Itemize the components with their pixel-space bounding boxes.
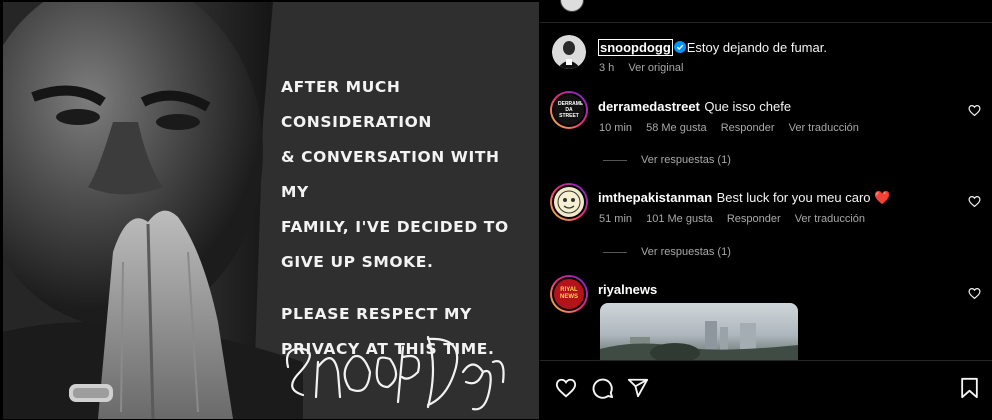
comment-meta: 10 min 58 Me gusta Responder Ver traducc… (599, 122, 870, 134)
quote-line: Please respect my (281, 305, 472, 323)
comment: riyalnews (598, 281, 657, 299)
comment-time: 10 min (599, 122, 633, 134)
verified-badge-icon (673, 41, 686, 53)
avatar-imthepakistanman[interactable] (550, 183, 588, 221)
comment-time: 51 min (599, 213, 633, 225)
caption-meta: 3 h Ver original (599, 62, 694, 74)
quote-line: family, I've decided to (281, 218, 509, 236)
caption-text: Estoy dejando de fumar. (686, 40, 827, 55)
avatar-riyalnews[interactable]: RIYAL NEWS (550, 275, 588, 313)
caption-time: 3 h (599, 62, 615, 74)
view-replies-label: Ver respuestas (1) (641, 154, 731, 166)
translate-button[interactable]: Ver traducción (789, 122, 859, 134)
view-replies-label: Ver respuestas (1) (641, 246, 731, 258)
comment-heart-icon[interactable] (968, 195, 981, 208)
heart-icon[interactable] (554, 377, 578, 399)
comment-heart-icon[interactable] (968, 104, 981, 117)
quote-line: After much consideration (281, 78, 432, 131)
comment-meta: 51 min 101 Me gusta Responder Ver traduc… (599, 213, 876, 225)
share-icon[interactable] (627, 377, 649, 399)
quote-line: & conversation with my (281, 148, 500, 201)
city-photo (600, 321, 798, 361)
comment-icon[interactable] (591, 377, 614, 400)
comment-text: Que isso chefe (704, 99, 792, 114)
avatar[interactable] (560, 0, 584, 12)
comment-username[interactable]: imthepakistanman (598, 190, 712, 205)
avatar-logo-text: RIYAL NEWS (560, 287, 578, 300)
avatar-derramedastreet[interactable]: DERRAME DA STREET (550, 91, 588, 129)
quote-line: give up smoke. (281, 253, 434, 271)
reply-button[interactable]: Responder (727, 213, 781, 225)
reply-line (603, 251, 627, 253)
translate-button[interactable]: Ver traducción (795, 213, 865, 225)
comments-panel: snoopdogg Estoy dejando de fumar. 3 h Ver… (540, 0, 992, 419)
comment: imthepakistanman Best luck for you meu c… (598, 189, 890, 207)
comment-heart-icon[interactable] (968, 287, 981, 300)
reply-button[interactable]: Responder (721, 122, 775, 134)
see-original-button[interactable]: Ver original (628, 62, 683, 74)
post-header (540, 0, 992, 23)
view-replies-button[interactable]: Ver respuestas (1) (603, 154, 731, 166)
comment-likes[interactable]: 58 Me gusta (646, 122, 707, 134)
bookmark-icon[interactable] (960, 377, 979, 399)
comment: derramedastreet Que isso chefe (598, 98, 791, 116)
caption: snoopdogg Estoy dejando de fumar. (598, 39, 827, 57)
avatar-snoopdogg[interactable] (552, 35, 586, 69)
post-image[interactable]: After much consideration & conversation … (3, 2, 539, 419)
comment-username[interactable]: riyalnews (598, 282, 657, 297)
view-replies-button[interactable]: Ver respuestas (1) (603, 246, 731, 258)
comment-image-preview[interactable] (600, 303, 798, 361)
signature (285, 335, 505, 411)
reply-line (603, 159, 627, 161)
profile-photo (557, 190, 581, 214)
comment-likes[interactable]: 101 Me gusta (646, 213, 713, 225)
post-action-bar (540, 360, 992, 420)
comment-username[interactable]: derramedastreet (598, 99, 700, 114)
comment-text: Best luck for you meu caro ❤️ (716, 190, 891, 205)
caption-username[interactable]: snoopdogg (598, 39, 673, 56)
profile-photo (552, 35, 586, 69)
avatar-logo-text: DERRAME DA STREET (558, 101, 584, 119)
